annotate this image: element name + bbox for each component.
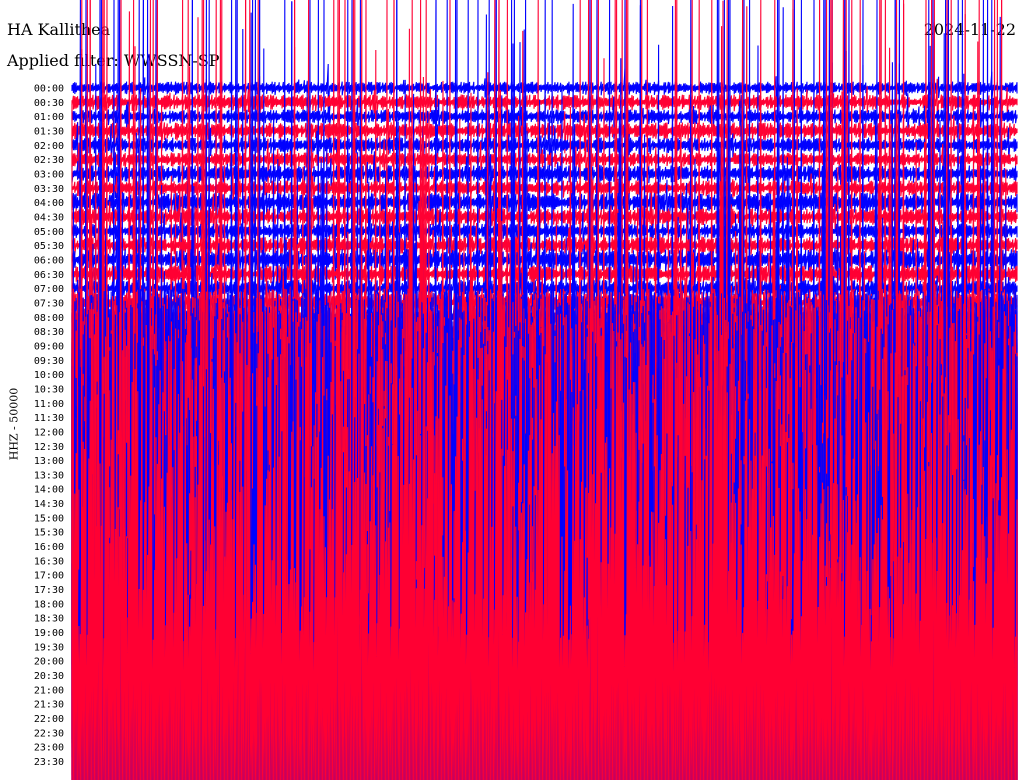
- time-tick-label: 11:00: [34, 399, 64, 410]
- trace-group: [71, 0, 1018, 780]
- time-tick-label: 00:30: [34, 98, 64, 109]
- time-tick-label: 08:30: [34, 327, 64, 338]
- time-tick-label: 14:00: [34, 485, 64, 496]
- time-tick-label: 07:30: [34, 298, 64, 309]
- time-tick-label: 17:00: [34, 571, 64, 582]
- time-tick-label: 16:30: [34, 556, 64, 567]
- time-tick-label: 02:30: [34, 155, 64, 166]
- time-tick-label: 23:00: [34, 743, 64, 754]
- time-tick-label: 12:00: [34, 427, 64, 438]
- time-tick-label: 13:30: [34, 470, 64, 481]
- time-tick-label: 20:00: [34, 657, 64, 668]
- time-tick-label: 04:00: [34, 198, 64, 209]
- time-tick-label: 01:00: [34, 112, 64, 123]
- time-tick-label: 13:00: [34, 456, 64, 467]
- time-tick-label: 10:30: [34, 384, 64, 395]
- time-tick-label: 14:30: [34, 499, 64, 510]
- time-tick-label: 06:00: [34, 255, 64, 266]
- time-tick-label: 03:00: [34, 169, 64, 180]
- time-tick-label: 12:30: [34, 442, 64, 453]
- time-tick-label: 15:00: [34, 513, 64, 524]
- time-tick-label: 21:00: [34, 685, 64, 696]
- time-tick-label: 11:30: [34, 413, 64, 424]
- time-tick-label: 09:00: [34, 341, 64, 352]
- time-tick-label: 18:30: [34, 614, 64, 625]
- time-tick-label: 00:00: [34, 84, 64, 95]
- time-tick-label: 22:30: [34, 728, 64, 739]
- time-tick-label: 21:30: [34, 700, 64, 711]
- time-tick-labels: 00:00 00:30 01:00 01:30 02:00 02:30 03:00 03:30…: [34, 84, 64, 769]
- time-tick-label: 16:00: [34, 542, 64, 553]
- time-tick-label: 19:00: [34, 628, 64, 639]
- time-tick-label: 04:30: [34, 212, 64, 223]
- time-tick-label: 01:30: [34, 126, 64, 137]
- seismogram-plot: 00:00 00:30 01:00 01:30 02:00 02:30 03:00 03:30…: [34, 0, 1018, 780]
- time-tick-label: 15:30: [34, 528, 64, 539]
- time-tick-label: 02:00: [34, 141, 64, 152]
- time-tick-label: 03:30: [34, 184, 64, 195]
- time-tick-label: 22:00: [34, 714, 64, 725]
- time-tick-label: 09:30: [34, 356, 64, 367]
- time-tick-label: 18:00: [34, 599, 64, 610]
- time-tick-label: 05:30: [34, 241, 64, 252]
- time-tick-label: 07:00: [34, 284, 64, 295]
- time-tick-label: 05:00: [34, 227, 64, 238]
- time-tick-label: 10:00: [34, 370, 64, 381]
- time-tick-label: 17:30: [34, 585, 64, 596]
- time-tick-label: 19:30: [34, 642, 64, 653]
- time-tick-label: 20:30: [34, 671, 64, 682]
- time-tick-label: 23:30: [34, 757, 64, 768]
- time-tick-label: 06:30: [34, 270, 64, 281]
- time-tick-label: 08:00: [34, 313, 64, 324]
